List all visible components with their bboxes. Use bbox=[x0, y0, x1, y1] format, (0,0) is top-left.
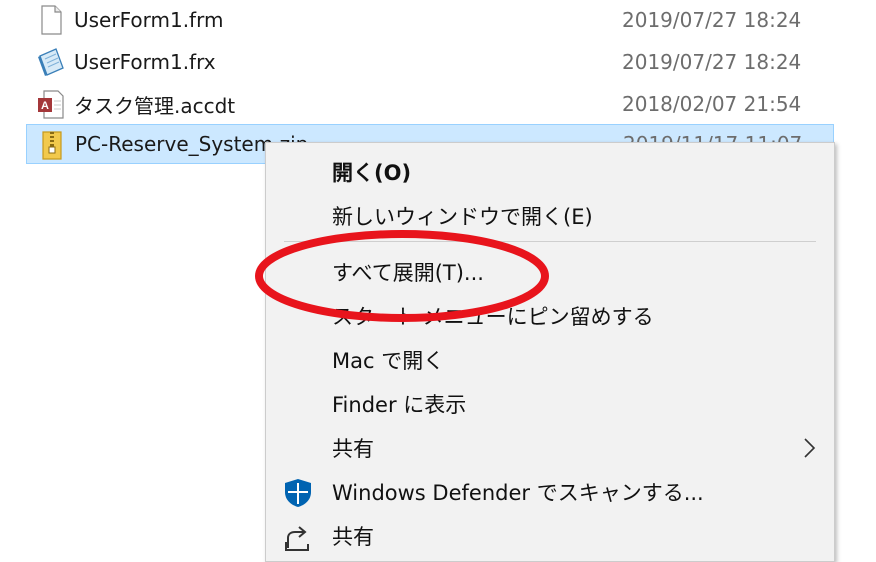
file-name: タスク管理.accdt bbox=[74, 93, 236, 118]
svg-text:A: A bbox=[41, 100, 49, 112]
menu-item-show-in-finder[interactable]: Finder に表示 bbox=[266, 382, 834, 426]
file-name: UserForm1.frm bbox=[74, 8, 224, 32]
menu-item-label: 開く(O) bbox=[332, 161, 412, 185]
menu-item-label: 共有 bbox=[332, 525, 374, 549]
menu-item-extract-all[interactable]: すべて展開(T)... bbox=[266, 250, 834, 294]
menu-item-label: Windows Defender でスキャンする... bbox=[332, 481, 704, 505]
menu-item-share[interactable]: 共有 bbox=[266, 426, 834, 470]
access-template-icon: A bbox=[38, 90, 64, 119]
notepad-file-icon bbox=[38, 48, 64, 76]
document-icon bbox=[41, 5, 62, 35]
menu-item-label: Finder に表示 bbox=[332, 393, 467, 417]
menu-item-label: スタート メニューにピン留めする bbox=[332, 305, 654, 329]
menu-item-open-new-window[interactable]: 新しいウィンドウで開く(E) bbox=[266, 194, 834, 238]
menu-item-open-in-mac[interactable]: Mac で開く bbox=[266, 338, 834, 382]
menu-item-label: Mac で開く bbox=[332, 349, 445, 373]
menu-item-pin-to-start[interactable]: スタート メニューにピン留めする bbox=[266, 294, 834, 338]
file-row[interactable]: UserForm1.frm 2019/07/27 18:24 bbox=[26, 0, 834, 40]
chevron-right-icon bbox=[804, 438, 816, 458]
menu-item-label: すべて展開(T)... bbox=[332, 261, 484, 285]
file-row[interactable]: A タスク管理.accdt 2018/02/07 21:54 bbox=[26, 84, 834, 124]
menu-item-label: 共有 bbox=[332, 437, 374, 461]
file-date: 2019/07/27 18:24 bbox=[622, 50, 802, 74]
zip-folder-icon bbox=[42, 131, 62, 160]
menu-item-open[interactable]: 開く(O) bbox=[266, 150, 834, 194]
file-name: UserForm1.frx bbox=[74, 50, 216, 74]
menu-separator bbox=[284, 241, 816, 242]
menu-item-defender-scan[interactable]: Windows Defender でスキャンする... bbox=[266, 470, 834, 514]
file-date: 2018/02/07 21:54 bbox=[622, 92, 802, 116]
file-date: 2019/07/27 18:24 bbox=[622, 8, 802, 32]
file-row[interactable]: UserForm1.frx 2019/07/27 18:24 bbox=[26, 42, 834, 82]
menu-item-label: 新しいウィンドウで開く(E) bbox=[332, 205, 593, 229]
menu-item-share-2[interactable]: 共有 bbox=[266, 514, 834, 558]
windows-defender-shield-icon bbox=[285, 479, 311, 507]
share-icon bbox=[285, 526, 309, 551]
context-menu: 開く(O) 新しいウィンドウで開く(E) すべて展開(T)... スタート メニ… bbox=[265, 142, 835, 562]
